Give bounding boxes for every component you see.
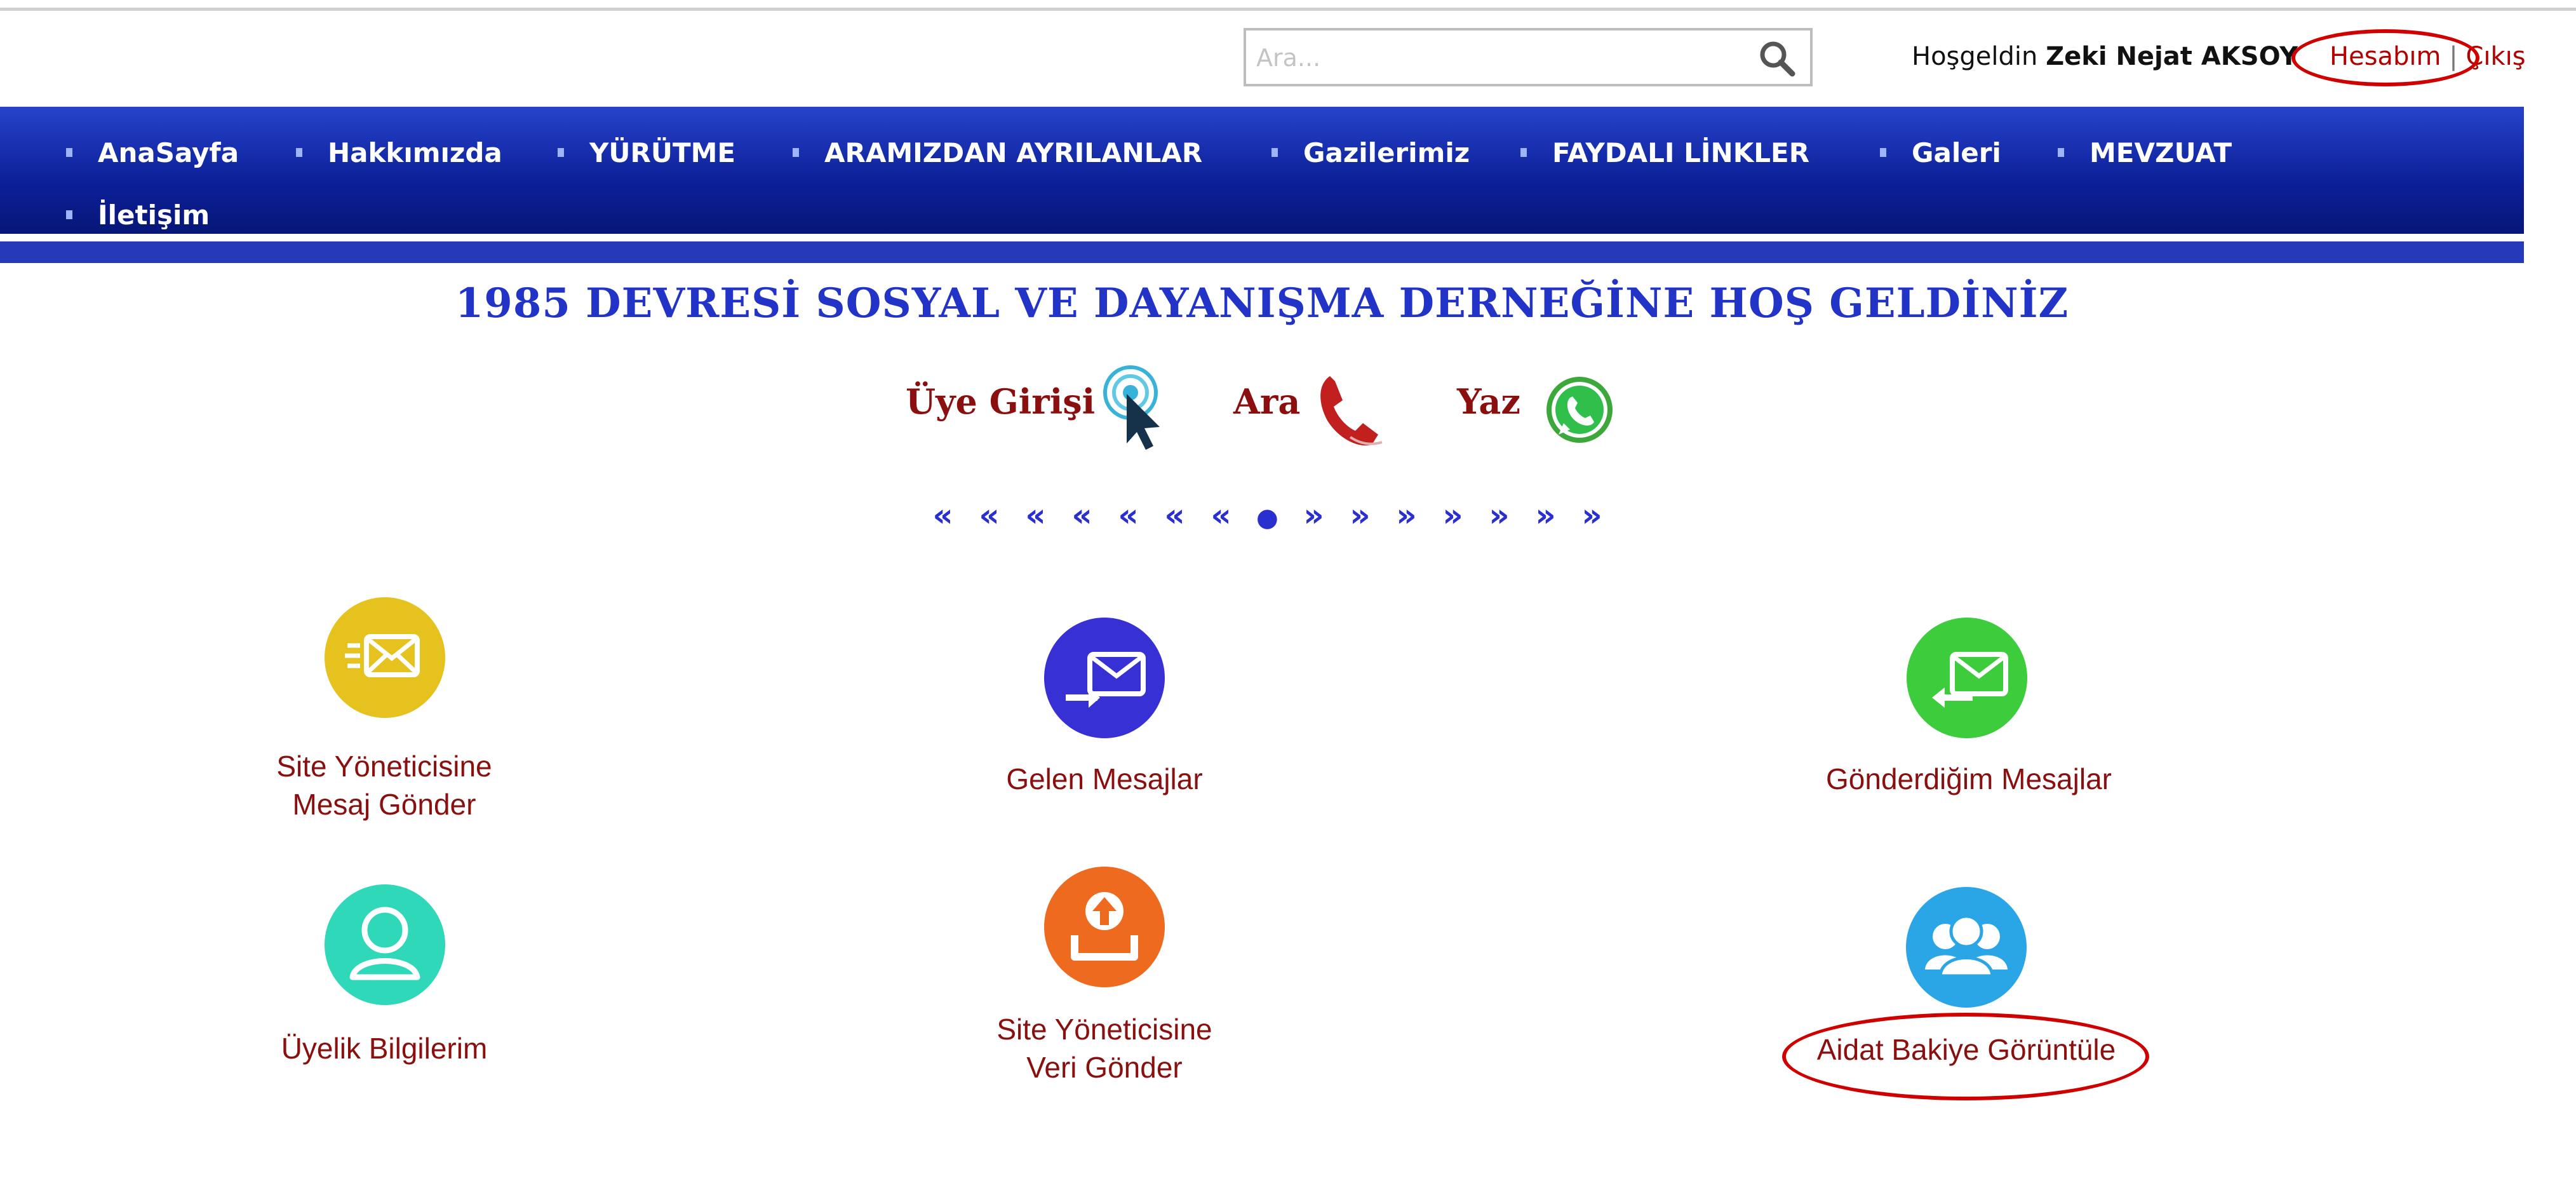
nav-item-hakkimizda[interactable]: Hakkımızda	[296, 137, 502, 168]
nav-item-gazilerimiz[interactable]: Gazilerimiz	[1271, 137, 1470, 168]
nav-label: YÜRÜTME	[589, 137, 736, 168]
pager-prev-button[interactable]: «	[1059, 497, 1105, 534]
tile-inbox[interactable]: Gelen Mesajlar	[962, 618, 1247, 808]
touch-pointer-icon[interactable]	[1091, 363, 1166, 452]
phone-icon[interactable]	[1312, 371, 1391, 450]
tile-label: Üyelik Bilgilerim	[241, 1029, 527, 1067]
nav-label: AnaSayfa	[98, 137, 239, 168]
nav-label: ARAMIZDAN AYRILANLAR	[824, 137, 1203, 168]
pager-next-button[interactable]: »	[1430, 497, 1476, 534]
nav-item-iletisim[interactable]: İletişim	[66, 199, 210, 231]
bullet-icon	[1520, 147, 1527, 157]
pager-prev-button[interactable]: «	[1198, 497, 1244, 534]
pager-next-button[interactable]: »	[1569, 497, 1615, 534]
tile-label-line: Mesaj Gönder	[292, 788, 476, 821]
pager-next-button[interactable]: »	[1383, 497, 1430, 534]
user-icon	[325, 884, 445, 1005]
bullet-icon	[558, 147, 564, 157]
send-mail-icon	[325, 597, 445, 718]
nav-item-mevzuat[interactable]: MEVZUAT	[2058, 137, 2232, 168]
nav-label: Hakkımızda	[328, 137, 502, 168]
bullet-icon	[296, 147, 302, 157]
outgoing-mail-icon	[1907, 618, 2027, 738]
upload-icon	[1044, 867, 1165, 987]
bullet-icon	[1880, 147, 1886, 157]
incoming-mail-icon	[1044, 618, 1165, 738]
call-link[interactable]: Ara	[1233, 381, 1300, 422]
user-name: Zeki Nejat AKSOY	[2046, 42, 2298, 71]
top-divider	[0, 8, 2576, 11]
welcome-text: Hoşgeldin Zeki Nejat AKSOY	[1912, 42, 2298, 71]
dues-highlight-ellipse	[1782, 1013, 2149, 1100]
nav-label: FAYDALI LİNKLER	[1552, 137, 1810, 168]
tile-label-line: Veri Gönder	[1026, 1051, 1183, 1084]
nav-item-aramizdan-ayrilanlar[interactable]: ARAMIZDAN AYRILANLAR	[793, 137, 1202, 168]
bullet-icon	[1271, 147, 1278, 157]
nav-item-galeri[interactable]: Galeri	[1880, 137, 2001, 168]
search-icon[interactable]	[1758, 39, 1796, 78]
write-link[interactable]: Yaz	[1457, 381, 1520, 422]
tile-label-line: Üyelik Bilgilerim	[281, 1032, 488, 1065]
tile-send-admin-message[interactable]: Site Yöneticisine Mesaj Gönder	[241, 597, 527, 826]
pager-prev-button[interactable]: «	[1012, 497, 1059, 534]
call-label: Ara	[1233, 381, 1301, 422]
search-input[interactable]	[1255, 30, 1740, 85]
nav-label: Galeri	[1912, 137, 2001, 168]
tile-label-line: Gönderdiğim Mesajlar	[1826, 762, 2112, 795]
nav-item-anasayfa[interactable]: AnaSayfa	[66, 137, 239, 168]
pager-next-button[interactable]: »	[1522, 497, 1569, 534]
bullet-icon	[66, 147, 72, 157]
nav-item-faydali-linkler[interactable]: FAYDALI LİNKLER	[1520, 137, 1809, 168]
member-login-link[interactable]: Üye Girişi	[906, 381, 1095, 422]
account-highlight-ellipse	[2291, 29, 2479, 86]
carousel-pager: «««««««●»»»»»»»	[920, 497, 1615, 534]
tile-label: Site Yöneticisine Mesaj Gönder	[241, 747, 527, 823]
tile-label-line: Site Yöneticisine	[276, 750, 492, 783]
pager-prev-button[interactable]: «	[966, 497, 1012, 534]
pager-current-dot[interactable]: ●	[1244, 503, 1291, 532]
bullet-icon	[793, 147, 799, 157]
page-title: 1985 DEVRESİ SOSYAL VE DAYANIŞMA DERNEĞİ…	[455, 280, 2069, 327]
nav-label: İletişim	[98, 199, 210, 231]
write-label: Yaz	[1457, 381, 1521, 422]
welcome-prefix: Hoşgeldin	[1912, 42, 2038, 71]
bullet-icon	[66, 210, 72, 219]
nav-label: Gazilerimiz	[1303, 137, 1470, 168]
pager-prev-button[interactable]: «	[1151, 497, 1198, 534]
pager-prev-button[interactable]: «	[920, 497, 966, 534]
pager-next-button[interactable]: »	[1291, 497, 1337, 534]
main-nav: AnaSayfa Hakkımızda YÜRÜTME ARAMIZDAN AY…	[0, 107, 2524, 234]
tile-membership-info[interactable]: Üyelik Bilgilerim	[241, 884, 527, 1075]
nav-item-yurutme[interactable]: YÜRÜTME	[558, 137, 735, 168]
tile-label: Gönderdiğim Mesajlar	[1816, 760, 2121, 798]
pager-next-button[interactable]: »	[1337, 497, 1383, 534]
bullet-icon	[2058, 147, 2064, 157]
nav-underline	[0, 238, 2524, 263]
tile-label-line: Site Yöneticisine	[996, 1013, 1212, 1046]
tile-sent-messages[interactable]: Gönderdiğim Mesajlar	[1816, 618, 2121, 808]
group-icon	[1906, 887, 2027, 1008]
member-login-label: Üye Girişi	[906, 381, 1096, 422]
whatsapp-icon[interactable]	[1545, 375, 1614, 445]
tile-label: Gelen Mesajlar	[962, 760, 1247, 798]
pager-prev-button[interactable]: «	[1105, 497, 1151, 534]
tile-label: Site Yöneticisine Veri Gönder	[962, 1010, 1247, 1086]
tile-label-line: Gelen Mesajlar	[1006, 762, 1203, 795]
tile-upload-data[interactable]: Site Yöneticisine Veri Gönder	[962, 867, 1247, 1095]
nav-label: MEVZUAT	[2090, 137, 2232, 168]
search-box[interactable]	[1244, 28, 1813, 86]
pager-next-button[interactable]: »	[1476, 497, 1522, 534]
